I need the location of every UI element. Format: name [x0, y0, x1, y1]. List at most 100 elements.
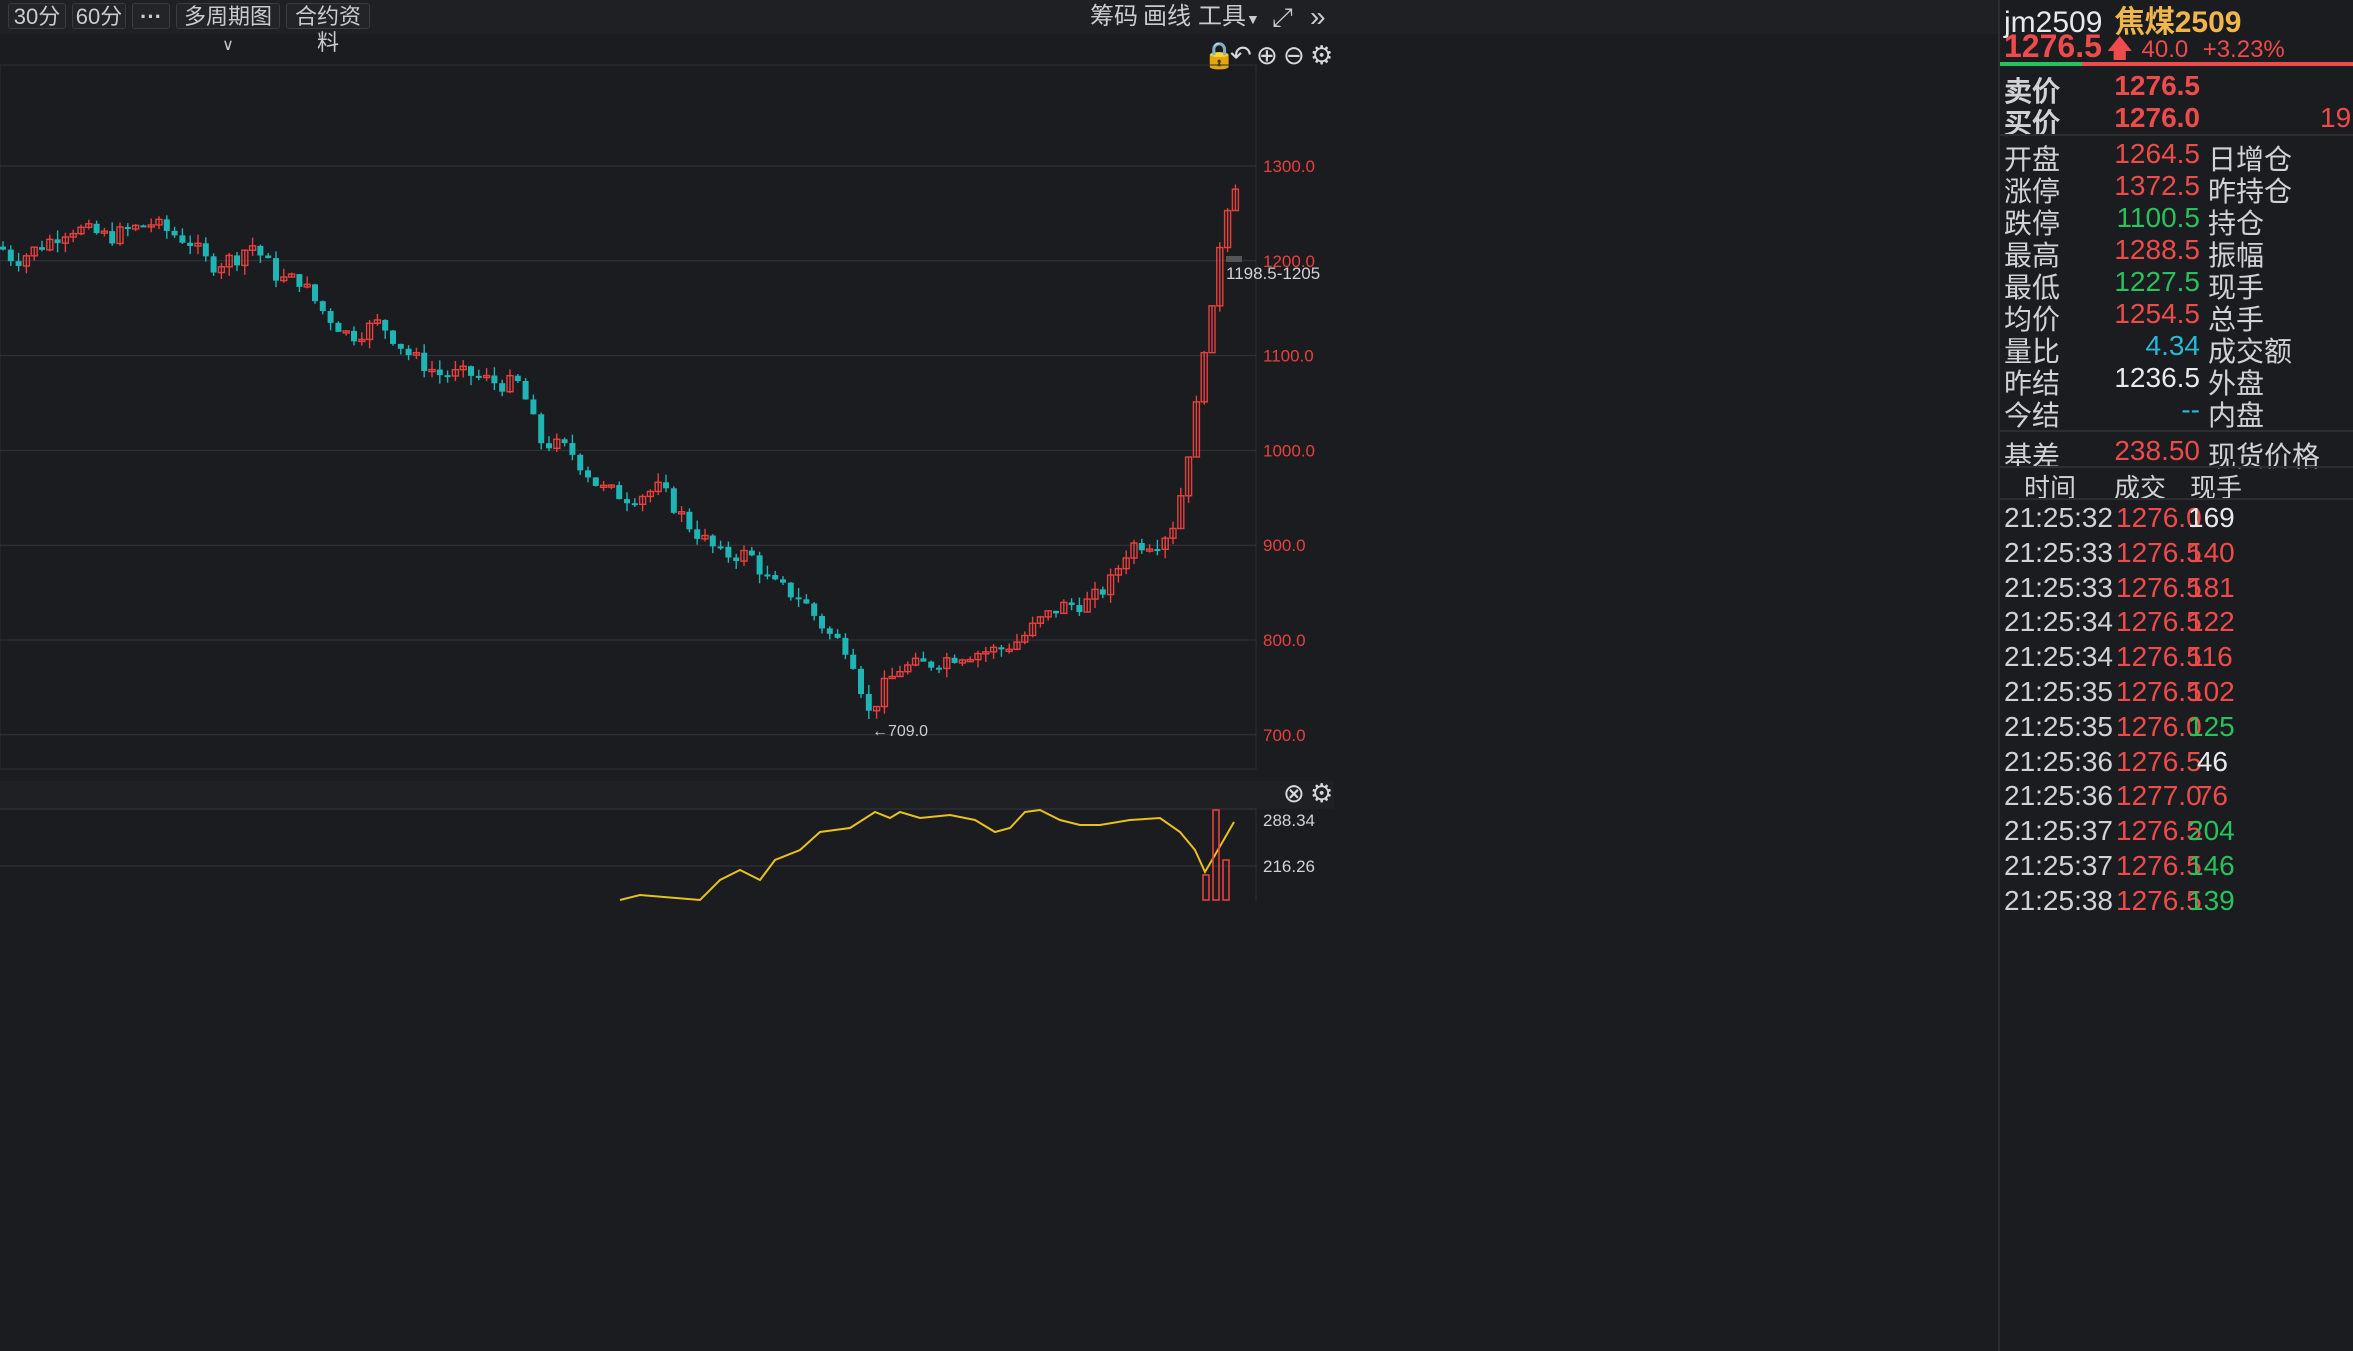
volume-bar	[1202, 874, 1210, 901]
candle	[287, 272, 296, 278]
trade-qty: 139	[2188, 884, 2235, 916]
candle	[599, 481, 608, 492]
trades-header: 时间 成交 现手	[2000, 468, 2353, 503]
candle	[904, 661, 912, 675]
candle	[428, 360, 436, 378]
y-tick-label: 700.0	[1263, 726, 1306, 745]
candle	[811, 601, 818, 621]
bid-ask-bar-right	[2082, 62, 2353, 66]
candlestick-chart[interactable]: 1300.01200.01100.01000.0900.0800.0700.0←…	[0, 0, 1335, 1351]
candle	[538, 412, 545, 450]
candle	[936, 665, 942, 674]
candle	[1216, 242, 1224, 312]
candle	[1169, 521, 1177, 545]
trade-qty: 125	[2188, 710, 2235, 742]
divider	[2000, 430, 2353, 432]
candle	[1068, 598, 1075, 611]
candle	[1091, 581, 1099, 608]
candle	[911, 652, 920, 667]
candle	[896, 665, 904, 678]
candle	[280, 268, 288, 283]
candle	[740, 545, 748, 567]
candle	[748, 546, 755, 557]
trade-row: 21:25:38 1276.5 139	[2004, 885, 2353, 937]
candle	[1076, 597, 1083, 617]
candle	[54, 230, 61, 253]
candle	[147, 218, 155, 233]
candle	[248, 237, 257, 256]
candle	[1005, 643, 1013, 654]
candle	[616, 481, 623, 500]
candle	[140, 224, 147, 228]
candle	[686, 508, 693, 533]
candle	[397, 343, 404, 355]
candle	[1184, 456, 1193, 503]
candle	[257, 244, 264, 264]
bid-label: 买价	[2004, 108, 2061, 139]
candle	[179, 228, 186, 244]
candle	[93, 220, 100, 235]
field-value: 1254.5	[2114, 298, 2200, 329]
candle	[943, 652, 951, 678]
candle	[171, 226, 178, 238]
subchart-settings-icon[interactable]: ⚙	[1310, 778, 1333, 812]
candle	[701, 528, 709, 542]
y-tick-label: 1300.0	[1263, 157, 1315, 176]
trade-qty: 122	[2188, 606, 2235, 638]
candle	[592, 477, 599, 487]
quote-panel: jm2509 焦煤2509 1276.5 🡅 40.0 +3.23% 卖价 12…	[1998, 0, 2353, 1351]
candle	[561, 437, 568, 447]
trade-time: 21:25:34	[2004, 606, 2113, 638]
candle	[888, 667, 896, 680]
field-value: 1288.5	[2114, 234, 2200, 265]
close-subchart-icon[interactable]: ⊗	[1283, 778, 1305, 812]
basis-value: 238.50	[2114, 435, 2200, 466]
ask-price: 1276.5	[2114, 70, 2200, 101]
trade-time: 21:25:33	[2004, 536, 2113, 568]
candle	[1177, 487, 1185, 530]
candle	[772, 570, 779, 581]
candle	[764, 565, 771, 580]
candle	[553, 433, 561, 453]
candle	[312, 283, 318, 304]
trade-time: 21:25:33	[2004, 571, 2113, 603]
trade-qty: 76	[2196, 780, 2228, 812]
candle	[217, 263, 226, 280]
bid-size: 19	[2320, 102, 2352, 133]
candle	[1161, 535, 1169, 559]
trade-time: 21:25:37	[2004, 815, 2113, 847]
candle	[858, 665, 864, 699]
candle	[1021, 631, 1029, 645]
trade-qty: 102	[2188, 676, 2235, 707]
candle	[989, 643, 998, 659]
candle	[234, 252, 240, 271]
y-tick-label: 1000.0	[1263, 441, 1315, 460]
candle	[506, 369, 514, 394]
candle	[22, 253, 31, 274]
candle	[327, 308, 334, 331]
candle	[15, 252, 22, 272]
candle	[974, 650, 982, 668]
candle	[780, 576, 786, 586]
candle	[803, 594, 810, 604]
candle	[1083, 591, 1091, 613]
price-marker	[1226, 256, 1242, 262]
candle	[733, 553, 740, 569]
field-value: 1236.5	[2114, 362, 2200, 393]
candle	[491, 367, 498, 391]
candle	[358, 332, 366, 346]
trade-time: 21:25:36	[2004, 745, 2113, 777]
candle	[670, 486, 677, 515]
trade-time: 21:25:38	[2004, 884, 2113, 916]
trade-time: 21:25:34	[2004, 641, 2113, 673]
candle	[514, 374, 521, 383]
candle	[787, 582, 794, 601]
candle	[319, 300, 326, 315]
subchart-header	[0, 781, 1334, 809]
candle	[155, 216, 163, 230]
candle	[412, 347, 421, 360]
price-change-pct: +3.23%	[2202, 36, 2285, 63]
candle	[39, 240, 45, 252]
candle	[1200, 350, 1208, 405]
up-arrow-icon: 🡅	[2106, 33, 2134, 63]
